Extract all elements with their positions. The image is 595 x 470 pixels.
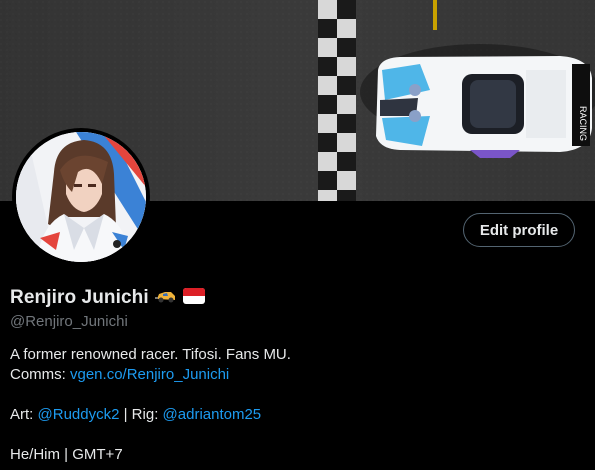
- profile-handle: @Renjiro_Junichi: [10, 313, 128, 330]
- rig-label: | Rig:: [119, 406, 163, 423]
- racing-car-icon: [154, 287, 177, 310]
- bio-pronouns-line: He/Him | GMT+7: [10, 446, 123, 463]
- race-car: RACING: [376, 56, 592, 158]
- avatar-image: [16, 132, 146, 262]
- rig-link[interactable]: @adriantom25: [163, 406, 262, 423]
- edit-profile-button[interactable]: Edit profile: [463, 213, 575, 247]
- bio-comms-line: Comms: vgen.co/Renjiro_Junichi: [10, 365, 291, 385]
- art-label: Art:: [10, 406, 38, 423]
- indonesia-flag-icon: [182, 287, 205, 309]
- profile-bio: A former renowned racer. Tifosi. Fans MU…: [10, 345, 291, 465]
- bio-line-1: A former renowned racer. Tifosi. Fans MU…: [10, 346, 291, 363]
- name-row: Renjiro Junichi: [10, 286, 205, 310]
- comms-link[interactable]: vgen.co/Renjiro_Junichi: [70, 366, 229, 383]
- comms-label: Comms:: [10, 366, 70, 383]
- art-link[interactable]: @Ruddyck2: [38, 406, 120, 423]
- display-name: Renjiro Junichi: [10, 287, 149, 308]
- bio-art-line: Art: @Ruddyck2 | Rig: @adriantom25: [10, 405, 291, 425]
- profile-avatar[interactable]: [12, 128, 150, 266]
- svg-text:RACING: RACING: [578, 106, 588, 141]
- checkered-line: [318, 0, 356, 201]
